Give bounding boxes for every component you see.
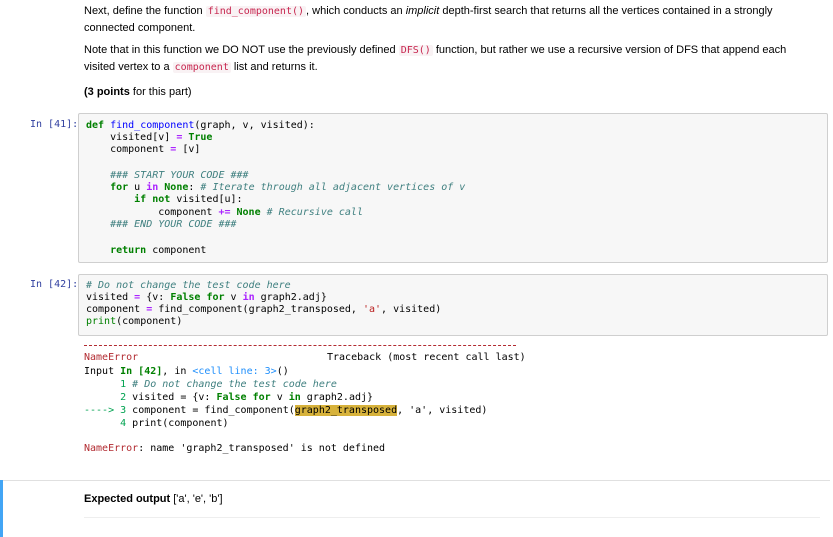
inline-code: DFS()	[398, 45, 433, 56]
code-line: def find_component(graph, v, visited):	[86, 120, 315, 131]
traceback-label: Traceback (most recent call last)	[327, 352, 526, 363]
expected-label: Expected output	[84, 493, 171, 505]
inline-code: component	[172, 62, 231, 73]
md-text: , which conducts an	[306, 5, 406, 17]
traceback-input-line: Input In [42], in <cell line: 3>()	[84, 366, 289, 377]
traceback-line: 2 visited = {v: False for v in graph2.ad…	[84, 392, 374, 403]
markdown-instructions: Next, define the function find_component…	[84, 3, 814, 36]
code-line: visited[v] = True	[86, 132, 213, 143]
expected-value: ['a', 'e', 'b']	[170, 493, 223, 505]
md-emphasis: implicit	[405, 5, 440, 17]
code-cell-42[interactable]: # Do not change the test code here visit…	[78, 274, 828, 336]
code-line: if not visited[u]:	[86, 194, 243, 205]
code-line: ### END YOUR CODE ###	[86, 219, 237, 230]
md-text: Next, define the function	[84, 5, 206, 17]
cell-prompt-42: In [42]:	[30, 279, 79, 290]
markdown-points: (3 points for this part)	[84, 84, 814, 100]
code-line: for u in None: # Iterate through all adj…	[86, 182, 466, 193]
code-line: # Do not change the test code here	[86, 280, 291, 291]
traceback-header: NameError	[84, 352, 139, 363]
traceback-line: 1 # Do not change the test code here	[84, 379, 337, 390]
code-cell-41[interactable]: def find_component(graph, v, visited): v…	[78, 113, 828, 263]
code-line: visited = {v: False for v in graph2.adj}	[86, 292, 327, 303]
markdown-note: Note that in this function we DO NOT use…	[84, 42, 814, 76]
points-bold: (3 points	[84, 86, 130, 98]
expected-output-text: Expected output ['a', 'e', 'b']	[84, 491, 814, 507]
markdown-cell-expected[interactable]	[3, 480, 830, 537]
code-line: ### START YOUR CODE ###	[86, 170, 249, 181]
code-line: component = find_component(graph2_transp…	[86, 304, 442, 315]
md-text: list and returns it.	[230, 61, 318, 73]
md-text: Note that in this function we DO NOT use…	[84, 44, 399, 56]
traceback-line: 4 print(component)	[84, 418, 229, 429]
md-text: for this part)	[129, 86, 192, 98]
divider	[84, 517, 820, 518]
traceback-separator	[84, 345, 516, 346]
traceback-line-error: ----> 3 component = find_component(graph…	[84, 405, 488, 416]
error-message: NameError: name 'graph2_transposed' is n…	[84, 443, 386, 454]
inline-code: find_component()	[205, 6, 307, 17]
code-line: component = [v]	[86, 144, 201, 155]
code-line: component += None # Recursive call	[86, 207, 363, 218]
cell-prompt-41: In [41]:	[30, 119, 79, 130]
code-line: print(component)	[86, 316, 183, 327]
code-line: return component	[86, 245, 207, 256]
